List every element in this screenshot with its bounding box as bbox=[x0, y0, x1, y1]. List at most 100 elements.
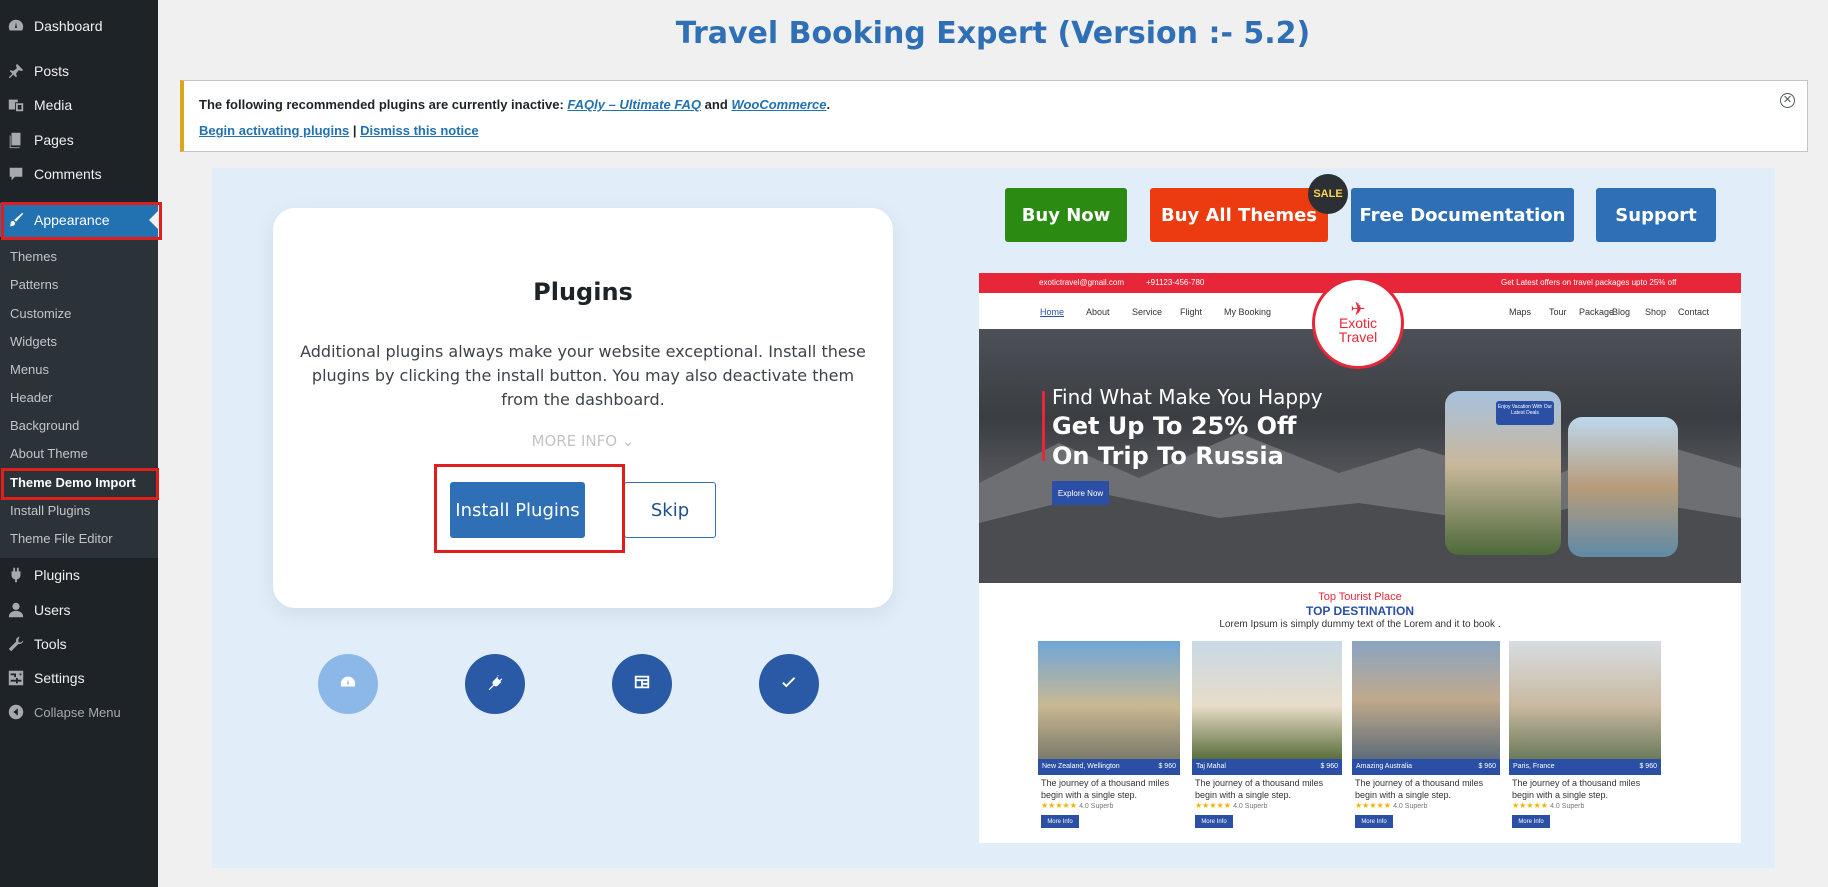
sidebar-item-media[interactable]: Media bbox=[0, 88, 158, 122]
step-plugins[interactable] bbox=[465, 654, 525, 714]
hero-line-3: On Trip To Russia bbox=[1052, 442, 1284, 470]
destination-card: Taj Mahal $ 960 The journey of a thousand… bbox=[1192, 641, 1342, 828]
highlight-theme-demo-import bbox=[1, 468, 159, 500]
destination-card: Paris, France $ 960 The journey of a thou… bbox=[1509, 641, 1661, 828]
sidebar-item-tools[interactable]: Tools bbox=[0, 627, 158, 661]
rating-text: 4.0 Superb bbox=[1233, 803, 1268, 810]
submenu-about-theme[interactable]: About Theme bbox=[10, 443, 88, 465]
sidebar-item-plugins[interactable]: Plugins bbox=[0, 558, 158, 592]
destination-name: Taj Mahal bbox=[1196, 763, 1226, 770]
step-dashboard[interactable] bbox=[318, 654, 378, 714]
preview-nav-item: My Booking bbox=[1224, 307, 1272, 317]
sidebar-item-comments[interactable]: Comments bbox=[0, 157, 158, 191]
speedometer-icon bbox=[339, 673, 357, 696]
support-button[interactable]: Support bbox=[1596, 188, 1716, 242]
sidebar-item-label: Media bbox=[34, 97, 73, 113]
hero-headline: Get Up To 25% Off On Trip To Russia bbox=[1052, 411, 1297, 471]
skip-button[interactable]: Skip bbox=[624, 482, 716, 538]
destination-photo bbox=[1509, 641, 1661, 759]
explore-now-button: Explore Now bbox=[1052, 481, 1109, 505]
preview-heading: TOP DESTINATION bbox=[1305, 604, 1414, 618]
logo-text-2: Travel bbox=[1338, 329, 1378, 345]
submenu-background[interactable]: Background bbox=[10, 415, 79, 437]
preview-nav-item: Contact bbox=[1678, 307, 1710, 317]
admin-sidebar: Dashboard Posts Media Pages Comments App… bbox=[0, 0, 162, 887]
rating-stars: ★★★★★ 4.0 Superb bbox=[1195, 801, 1268, 810]
sidebar-item-users[interactable]: Users bbox=[0, 593, 158, 627]
begin-activating-link[interactable]: Begin activating plugins bbox=[199, 123, 349, 138]
hero-accent-bar bbox=[1042, 391, 1045, 461]
rating-stars: ★★★★★ 4.0 Superb bbox=[1512, 801, 1585, 810]
submenu-theme-file-editor[interactable]: Theme File Editor bbox=[10, 528, 113, 550]
rating-text: 4.0 Superb bbox=[1393, 803, 1428, 810]
card-title: Plugins bbox=[533, 278, 633, 306]
plug-icon bbox=[6, 565, 26, 585]
page-title: Travel Booking Expert (Version :- 5.2) bbox=[675, 16, 1311, 51]
more-info-button: More Info bbox=[1195, 815, 1233, 828]
submenu-header[interactable]: Header bbox=[10, 387, 53, 409]
preview-nav-item: Service bbox=[1132, 307, 1163, 317]
plugin-notice: The following recommended plugins are cu… bbox=[180, 80, 1808, 152]
preview-nav-item: Shop bbox=[1645, 307, 1667, 317]
sidebar-item-label: Tools bbox=[34, 636, 67, 652]
destination-name: Paris, France bbox=[1513, 763, 1555, 770]
destination-name: Amazing Australia bbox=[1356, 763, 1413, 770]
check-icon bbox=[780, 673, 798, 696]
free-documentation-button[interactable]: Free Documentation bbox=[1351, 188, 1574, 242]
notice-period: . bbox=[826, 97, 831, 112]
notice-separator: | bbox=[349, 123, 361, 138]
step-demo-content[interactable] bbox=[612, 654, 672, 714]
sidebar-item-label: Comments bbox=[34, 166, 102, 182]
dismiss-notice-link[interactable]: Dismiss this notice bbox=[360, 123, 478, 138]
more-info-button: More Info bbox=[1355, 815, 1393, 828]
sidebar-item-posts[interactable]: Posts bbox=[0, 54, 158, 88]
notice-message: The following recommended plugins are cu… bbox=[199, 97, 830, 112]
more-info-label: MORE INFO bbox=[531, 432, 618, 450]
preview-nav-item: About bbox=[1086, 307, 1110, 317]
more-info-button: More Info bbox=[1512, 815, 1550, 828]
preview-nav-item: Tour bbox=[1549, 307, 1567, 317]
exotic-travel-logo: ✈ Exotic Travel bbox=[1312, 277, 1404, 369]
sidebar-item-label: Users bbox=[34, 602, 71, 618]
preview-nav-item: Maps bbox=[1509, 307, 1532, 317]
destination-photo bbox=[1352, 641, 1500, 759]
hero-line-2: Get Up To 25% Off bbox=[1052, 412, 1297, 440]
sidebar-item-dashboard[interactable]: Dashboard bbox=[0, 9, 158, 43]
plane-icon: ✈ bbox=[1350, 299, 1366, 319]
buy-all-themes-button[interactable]: Buy All Themes bbox=[1150, 188, 1328, 242]
submenu-themes[interactable]: Themes bbox=[10, 246, 57, 268]
sidebar-item-pages[interactable]: Pages bbox=[0, 123, 158, 157]
woocommerce-link[interactable]: WooCommerce bbox=[731, 97, 826, 112]
notice-and: and bbox=[701, 97, 732, 112]
sidebar-item-label: Dashboard bbox=[34, 18, 103, 34]
destination-description: The journey of a thousand miles begin wi… bbox=[1041, 778, 1170, 800]
destination-label: Taj Mahal $ 960 bbox=[1192, 759, 1342, 775]
sidebar-item-label: Collapse Menu bbox=[34, 704, 121, 720]
step-finish[interactable] bbox=[759, 654, 819, 714]
pages-icon bbox=[6, 130, 26, 150]
rating-text: 4.0 Superb bbox=[1550, 803, 1585, 810]
destination-label: New Zealand, Wellington $ 960 bbox=[1038, 759, 1180, 775]
pin-icon bbox=[6, 61, 26, 81]
submenu-customize[interactable]: Customize bbox=[10, 303, 71, 325]
plug-icon bbox=[486, 673, 504, 696]
highlight-install-plugins bbox=[434, 464, 625, 553]
more-info-toggle[interactable]: MORE INFO ⌄ bbox=[273, 432, 893, 450]
submenu-patterns[interactable]: Patterns bbox=[10, 274, 58, 296]
close-icon[interactable]: ✕ bbox=[1780, 93, 1795, 108]
faqly-link[interactable]: FAQly – Ultimate FAQ bbox=[567, 97, 701, 112]
sidebar-item-settings[interactable]: Settings bbox=[0, 661, 158, 695]
sidebar-item-label: Posts bbox=[34, 63, 70, 79]
chevron-down-icon: ⌄ bbox=[621, 432, 635, 450]
submenu-menus[interactable]: Menus bbox=[10, 359, 49, 381]
card-description: Additional plugins always make your webs… bbox=[300, 342, 866, 409]
submenu-widgets[interactable]: Widgets bbox=[10, 331, 57, 353]
comment-icon bbox=[6, 164, 26, 184]
venice-photo bbox=[1568, 417, 1678, 557]
sidebar-collapse-menu[interactable]: Collapse Menu bbox=[0, 695, 158, 729]
settings-icon bbox=[6, 668, 26, 688]
hero-line-1: Find What Make You Happy bbox=[1052, 385, 1323, 409]
buy-now-button[interactable]: Buy Now bbox=[1005, 188, 1127, 242]
destination-photo bbox=[1192, 641, 1342, 759]
submenu-install-plugins[interactable]: Install Plugins bbox=[10, 500, 90, 522]
